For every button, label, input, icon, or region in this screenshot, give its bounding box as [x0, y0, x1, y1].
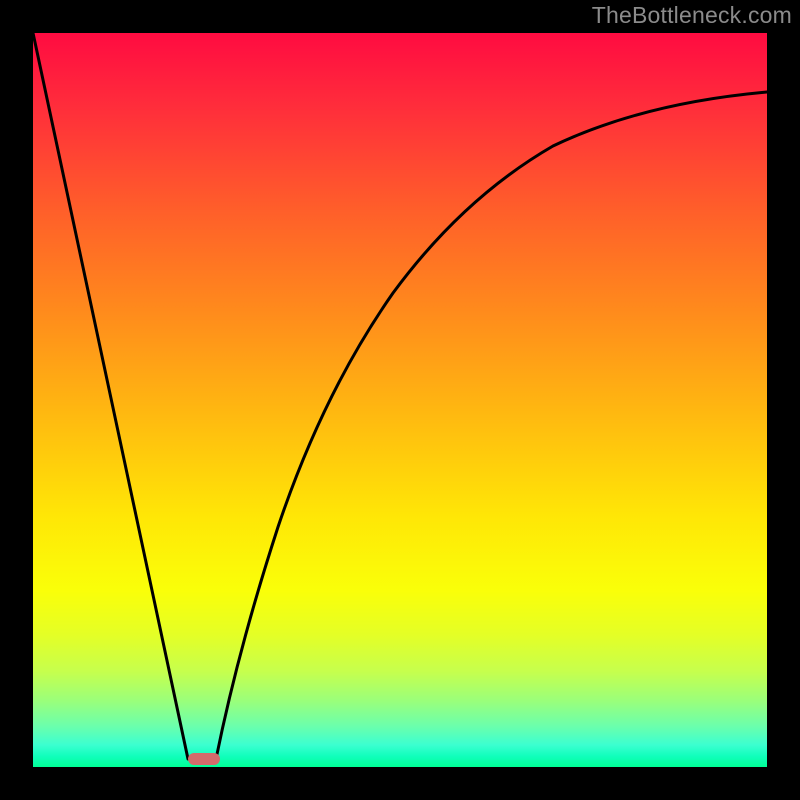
- curve-path: [33, 33, 767, 759]
- curve-svg: [33, 33, 767, 767]
- min-marker: [188, 753, 220, 765]
- plot-area: [33, 33, 767, 767]
- chart-frame: TheBottleneck.com: [0, 0, 800, 800]
- watermark-text: TheBottleneck.com: [592, 2, 792, 29]
